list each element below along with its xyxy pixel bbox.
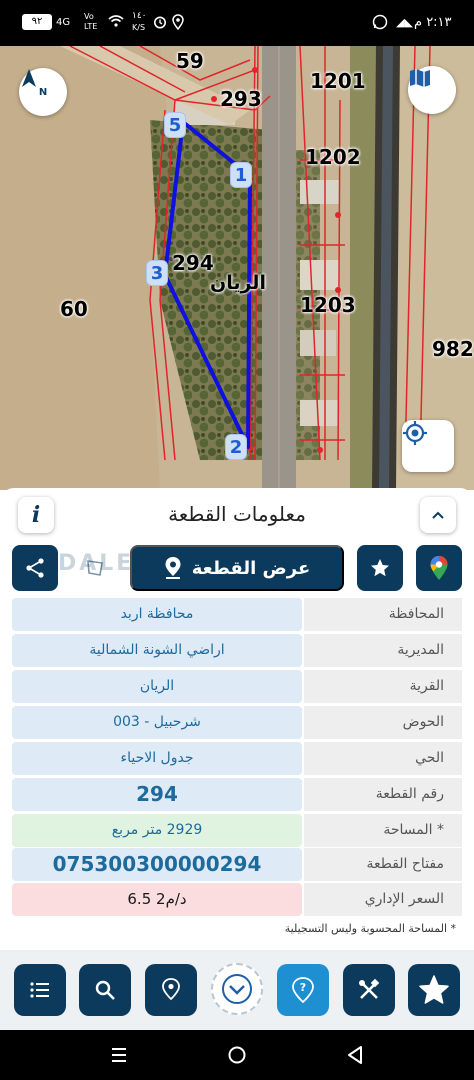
parcel-label[interactable]: 1203 [300, 294, 356, 316]
my-location-button[interactable] [402, 420, 454, 472]
crosshair-icon [403, 421, 427, 445]
parcel-shape-button[interactable] [72, 545, 118, 591]
status-bar: ٩٢ 4G Vo LTE ١٤٠ K/S ◢◣ ٢:١٣ م [0, 0, 474, 46]
toggle-panel-button[interactable] [211, 963, 263, 1015]
map-icon [410, 69, 430, 87]
polygon-icon [87, 560, 103, 576]
show-parcel-label: عرض القطعة [191, 557, 311, 579]
row-label: مفتاح القطعة [304, 848, 462, 881]
vertex-marker[interactable]: 1 [230, 162, 252, 188]
compass-button[interactable]: N [19, 68, 67, 116]
area-footnote: * المساحة المحسوبة وليس التسجيلية [284, 922, 456, 935]
wifi-icon [108, 14, 124, 33]
row-value: الريان [12, 670, 302, 703]
clock: ٢:١٣ م [414, 15, 452, 30]
location-pin-icon [165, 557, 181, 579]
info-row-directorate: المديرية اراضي الشونة الشمالية [12, 634, 462, 667]
info-row-neighborhood: الحي جدول الاحياء [12, 742, 462, 775]
back-button[interactable] [340, 1043, 370, 1067]
battery-indicator: ٩٢ [22, 14, 52, 30]
recent-apps-icon [112, 1048, 126, 1062]
row-value: 2929 متر مربع [12, 814, 302, 847]
info-row-governorate: المحافظة محافظة اربد [12, 598, 462, 631]
favorite-button[interactable] [357, 545, 403, 591]
tools-button[interactable] [343, 964, 395, 1016]
parcel-label[interactable]: 60 [60, 298, 88, 320]
panel-title: معلومات القطعة [168, 502, 306, 526]
chevron-down-icon [222, 974, 252, 1004]
info-row-area: المساحة * 2929 متر مربع [12, 814, 462, 847]
row-label: المديرية [304, 634, 462, 667]
parcel-label[interactable]: 293 [220, 88, 262, 110]
speed-value: ١٤٠ [132, 11, 147, 21]
recent-apps-button[interactable] [104, 1043, 134, 1067]
svg-text:?: ? [300, 981, 306, 994]
row-label: رقم القطعة [304, 778, 462, 811]
google-maps-button[interactable] [416, 545, 462, 591]
list-icon [30, 982, 49, 998]
row-label: القرية [304, 670, 462, 703]
share-icon [26, 558, 44, 578]
home-button[interactable] [222, 1043, 252, 1067]
info-row-admin-price: السعر الإداري 6.5 د/م2 [12, 883, 462, 916]
row-label: السعر الإداري [304, 883, 462, 916]
app-notification-icon: ◢◣ [396, 16, 413, 29]
compass-letter: N [38, 86, 48, 98]
info-row-parcel-key: مفتاح القطعة 075300300000294 [12, 848, 462, 881]
whatsapp-icon [372, 14, 388, 35]
row-value: جدول الاحياء [12, 742, 302, 775]
chevron-up-icon [432, 511, 444, 519]
parcel-label[interactable]: 1202 [305, 146, 361, 168]
info-row-parcel-number: رقم القطعة 294 [12, 778, 462, 811]
info-row-basin: الحوض شرحبيل - 003 [12, 706, 462, 739]
parcel-label[interactable]: 59 [176, 50, 204, 72]
share-button[interactable] [12, 545, 58, 591]
vertex-marker[interactable]: 3 [146, 260, 168, 286]
parcel-label[interactable]: 1201 [310, 70, 366, 92]
my-places-button[interactable] [145, 964, 197, 1016]
village-label: الريان [210, 272, 266, 294]
row-value: اراضي الشونة الشمالية [12, 634, 302, 667]
alarm-icon [153, 15, 167, 34]
location-pin-icon [162, 978, 180, 1001]
row-label: المحافظة [304, 598, 462, 631]
row-value: شرحبيل - 003 [12, 706, 302, 739]
favorites-button[interactable] [408, 964, 460, 1016]
search-button[interactable] [79, 964, 131, 1016]
star-icon [371, 559, 389, 577]
google-maps-icon [430, 556, 448, 580]
location-icon [172, 14, 184, 35]
vertex-marker[interactable]: 5 [164, 112, 186, 138]
home-icon [228, 1046, 246, 1064]
row-label: الحي [304, 742, 462, 775]
volte-indicator: Vo LTE [84, 12, 98, 31]
star-icon [419, 975, 449, 1004]
speed-unit: K/S [132, 23, 146, 32]
map-view[interactable]: 59 293 1201 1202 294 الريان 1203 60 982 … [0, 46, 474, 490]
vertex-marker[interactable]: 2 [225, 434, 247, 460]
parcel-label[interactable]: 294 [172, 252, 214, 274]
list-button[interactable] [14, 964, 66, 1016]
row-value: 6.5 د/م2 [12, 883, 302, 916]
row-label: المساحة * [304, 814, 462, 847]
back-icon [348, 1046, 362, 1064]
parcel-label[interactable]: 982 [432, 338, 474, 360]
tools-icon [359, 978, 380, 999]
search-icon [95, 980, 115, 1000]
collapse-button[interactable] [420, 497, 456, 533]
row-value: محافظة اربد [12, 598, 302, 631]
help-icon: ? [292, 977, 314, 1003]
row-label: الحوض [304, 706, 462, 739]
info-row-village: القرية الريان [12, 670, 462, 703]
show-parcel-button[interactable]: عرض القطعة [130, 545, 344, 591]
help-button[interactable]: ? [277, 964, 329, 1016]
row-value[interactable]: 075300300000294 [12, 848, 302, 881]
map-layers-button[interactable] [408, 66, 456, 114]
compass-arrow-icon [22, 69, 36, 87]
row-value: 294 [12, 778, 302, 811]
network-type: 4G [56, 17, 71, 28]
